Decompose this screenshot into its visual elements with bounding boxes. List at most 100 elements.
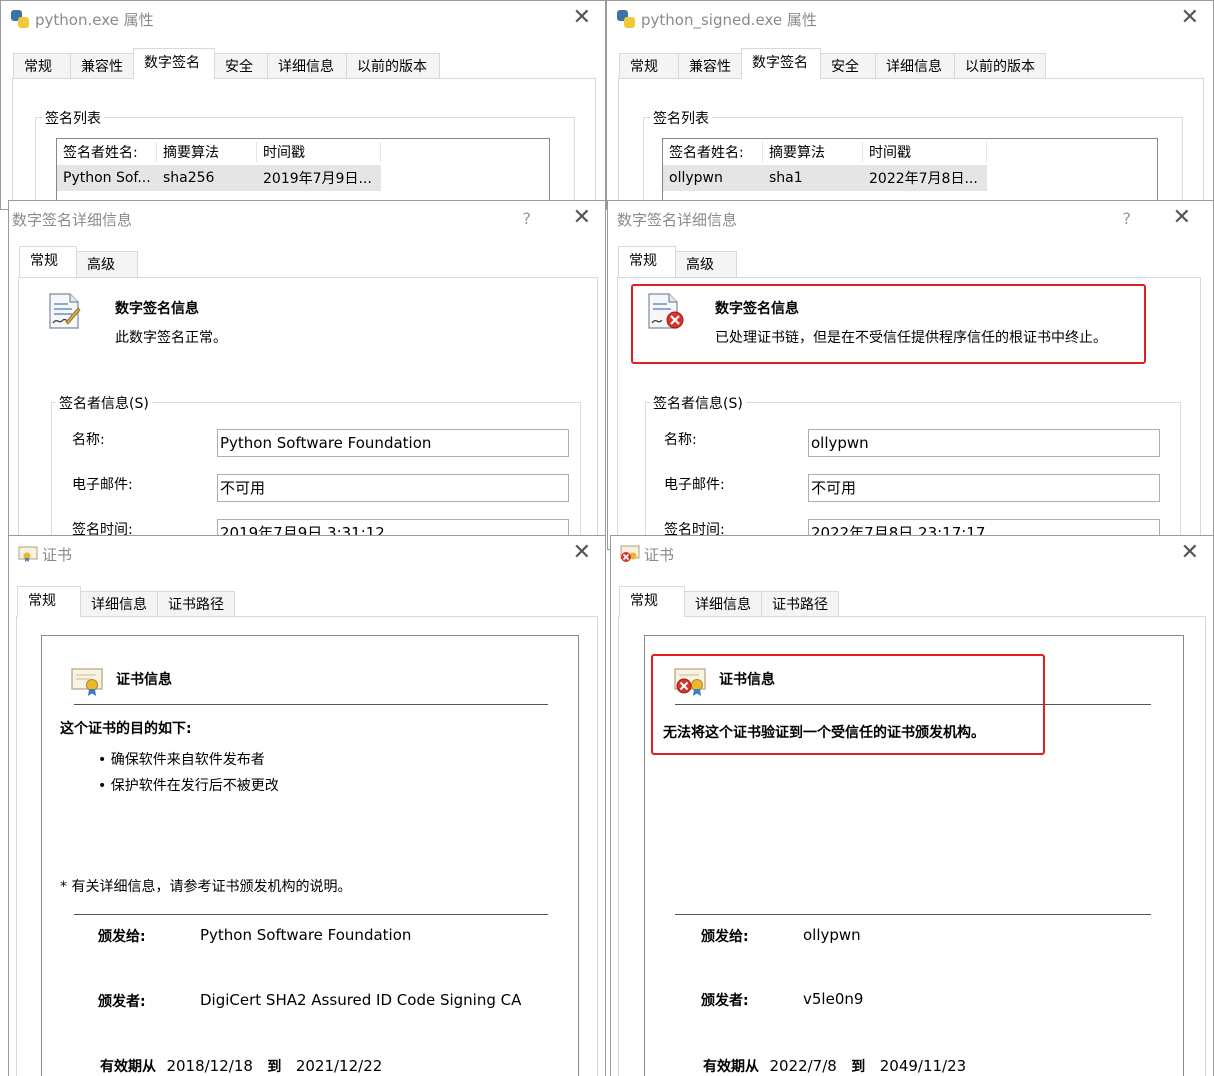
help-icon[interactable]: ? (523, 209, 532, 228)
right-certificate-window: 证书 ✕ 常规 详细信息 证书路径 证书信息 无法将这个证书验证到一个受信任的证… (610, 535, 1214, 1076)
tab-advanced[interactable]: 高级 (675, 251, 737, 277)
certificate-titlebar: 证书 ✕ (9, 536, 605, 572)
purpose-heading: 这个证书的目的如下: (60, 721, 192, 737)
validity-row: 有效期从 2018/12/18 到 2021/12/22 (100, 1056, 382, 1076)
tab-details[interactable]: 详细信息 (875, 53, 955, 79)
email-field[interactable]: 不可用 (217, 474, 569, 502)
issued-to-label: 颁发给: (701, 929, 749, 945)
email-label: 电子邮件: (664, 477, 725, 493)
right-signature-details-window: 数字签名详细信息 ? ✕ 常规 高级 数字签名信息 已处理证书链，但是在不受信任… (607, 200, 1214, 550)
tab-previous-versions[interactable]: 以前的版本 (954, 53, 1046, 79)
issued-to-value: ollypwn (803, 926, 861, 944)
left-properties-window: python.exe 属性 ✕ 常规 兼容性 数字签名 安全 详细信息 以前的版… (0, 0, 606, 210)
divider (74, 914, 548, 915)
tab-general[interactable]: 常规 (619, 53, 679, 79)
purpose-item: 保护软件在发行后不被更改 (110, 778, 279, 794)
column-signer[interactable]: 签名者姓名: (663, 142, 763, 162)
close-icon[interactable]: ✕ (573, 7, 591, 29)
window-title: python_signed.exe 属性 (641, 10, 817, 29)
signature-document-icon (49, 293, 81, 329)
certificate-icon (71, 668, 103, 696)
divider (74, 704, 548, 705)
column-signer[interactable]: 签名者姓名: (57, 142, 157, 162)
tab-digital-signatures[interactable]: 数字签名 (741, 48, 821, 79)
issued-by-value: DigiCert SHA2 Assured ID Code Signing CA (200, 991, 522, 1009)
highlight-box (651, 654, 1045, 755)
valid-to-label: 到 (851, 1059, 866, 1075)
tab-certification-path[interactable]: 证书路径 (761, 591, 839, 617)
close-icon[interactable]: ✕ (1181, 542, 1199, 564)
close-icon[interactable]: ✕ (1181, 7, 1199, 29)
right-properties-titlebar: python_signed.exe 属性 ✕ (607, 1, 1213, 37)
close-icon[interactable]: ✕ (573, 207, 591, 229)
valid-from-value: 2018/12/18 (166, 1057, 253, 1075)
tab-digital-signatures[interactable]: 数字签名 (133, 48, 215, 79)
tab-compatibility[interactable]: 兼容性 (70, 53, 134, 79)
tab-details[interactable]: 详细信息 (684, 591, 762, 617)
window-title: python.exe 属性 (35, 10, 154, 29)
signer-info-group: 签名者信息(S) 名称: Python Software Foundation … (51, 393, 581, 549)
email-label: 电子邮件: (72, 477, 133, 493)
cell-digest: sha1 (769, 170, 803, 186)
name-label: 名称: (72, 432, 105, 448)
tab-details[interactable]: 详细信息 (267, 53, 347, 79)
column-timestamp[interactable]: 时间戳 (863, 142, 987, 162)
right-properties-window: python_signed.exe 属性 ✕ 常规 兼容性 数字签名 安全 详细… (606, 0, 1214, 210)
valid-to-value: 2049/11/23 (879, 1057, 967, 1075)
signature-status-text: 此数字签名正常。 (115, 330, 227, 346)
cell-timestamp: 2019年7月9日... (263, 171, 372, 187)
tab-previous-versions[interactable]: 以前的版本 (346, 53, 440, 79)
window-title: 数字签名详细信息 (12, 210, 133, 229)
help-icon[interactable]: ? (1123, 209, 1132, 228)
name-field[interactable]: ollypwn (808, 429, 1160, 457)
certificate-info-title: 证书信息 (116, 672, 172, 688)
left-certificate-window: 证书 ✕ 常规 详细信息 证书路径 证书信息 这个证书的目的如下: • 确保软件… (8, 535, 606, 1076)
list-header: 签名者姓名: 摘要算法 时间戳 (57, 139, 549, 165)
list-item[interactable]: Python Sof... sha256 2019年7月9日... (57, 165, 381, 191)
tab-security[interactable]: 安全 (214, 53, 268, 79)
signer-info-group: 签名者信息(S) 名称: ollypwn 电子邮件: 不可用 签名时间: 202… (645, 393, 1181, 549)
tab-compatibility[interactable]: 兼容性 (678, 53, 742, 79)
close-icon[interactable]: ✕ (573, 542, 591, 564)
validity-row: 有效期从 2022/7/8 到 2049/11/23 (703, 1056, 966, 1076)
details-titlebar: 数字签名详细信息 ? ✕ (608, 201, 1213, 237)
tab-advanced[interactable]: 高级 (76, 251, 138, 277)
tab-general[interactable]: 常规 (19, 246, 77, 277)
column-digest[interactable]: 摘要算法 (157, 142, 257, 162)
email-field[interactable]: 不可用 (808, 474, 1160, 502)
signature-info-title: 数字签名信息 (115, 301, 199, 317)
certificate-tabs: 常规 详细信息 证书路径 (17, 586, 235, 617)
tab-general[interactable]: 常规 (619, 586, 685, 617)
name-field[interactable]: Python Software Foundation (217, 429, 569, 457)
list-header: 签名者姓名: 摘要算法 时间戳 (663, 139, 1157, 165)
details-titlebar: 数字签名详细信息 ? ✕ (9, 201, 605, 237)
divider (675, 914, 1151, 915)
list-item: • 确保软件来自软件发布者 (98, 752, 265, 768)
tab-certification-path[interactable]: 证书路径 (157, 591, 235, 617)
list-item[interactable]: ollypwn sha1 2022年7月8日... (663, 165, 987, 191)
issuer-statement-note: * 有关详细信息，请参考证书颁发机构的说明。 (60, 879, 352, 895)
issued-to-value: Python Software Foundation (200, 926, 412, 944)
tab-security[interactable]: 安全 (820, 53, 876, 79)
group-title: 签名者信息(S) (650, 393, 746, 413)
python-icon (617, 10, 635, 28)
details-panel: 数字签名信息 此数字签名正常。 签名者信息(S) 名称: Python Soft… (18, 277, 598, 549)
group-title: 签名列表 (650, 108, 712, 128)
tab-details[interactable]: 详细信息 (80, 591, 158, 617)
cell-signer: ollypwn (669, 170, 723, 186)
window-title: 证书 (42, 545, 73, 564)
tab-general[interactable]: 常规 (13, 53, 71, 79)
window-title: 数字签名详细信息 (617, 210, 738, 229)
highlight-box (631, 284, 1146, 364)
close-icon[interactable]: ✕ (1173, 207, 1191, 229)
tab-general[interactable]: 常规 (618, 246, 676, 277)
issued-to-label: 颁发给: (98, 929, 146, 945)
certificate-panel: 证书信息 这个证书的目的如下: • 确保软件来自软件发布者 • 保护软件在发行后… (16, 616, 598, 1076)
cell-timestamp: 2022年7月8日... (869, 171, 978, 187)
valid-to-label: 到 (267, 1059, 282, 1075)
column-timestamp[interactable]: 时间戳 (257, 142, 381, 162)
column-digest[interactable]: 摘要算法 (763, 142, 863, 162)
certificate-error-icon (620, 545, 640, 562)
group-title: 签名者信息(S) (56, 393, 152, 413)
tab-general[interactable]: 常规 (17, 586, 81, 617)
